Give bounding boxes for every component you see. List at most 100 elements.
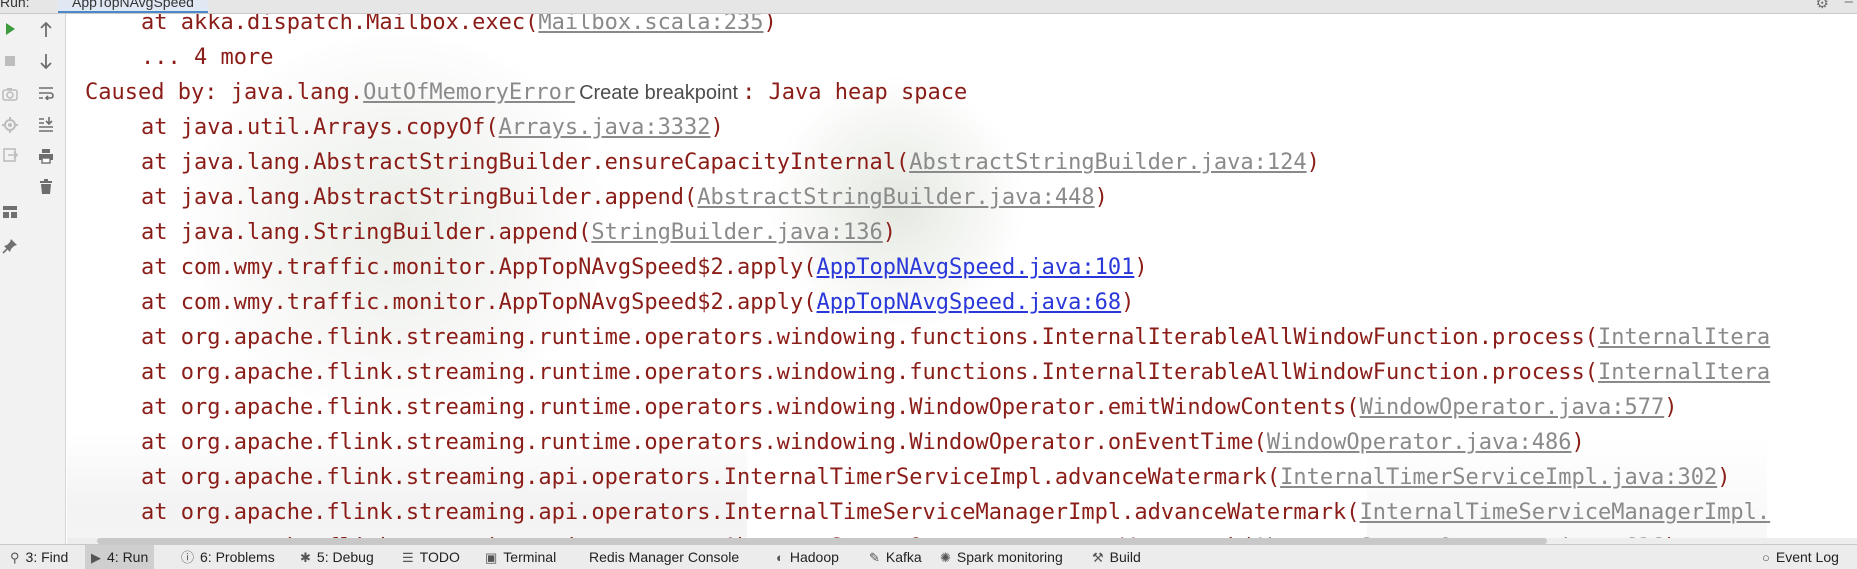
source-link[interactable]: AbstractStringBuilder.java:124	[909, 150, 1306, 175]
stack-frame-text: at java.lang.AbstractStringBuilder.appen…	[141, 185, 698, 210]
console-line: at org.apache.flink.streaming.runtime.op…	[85, 355, 1770, 390]
stack-frame-text: at java.lang.StringBuilder.append(	[141, 220, 592, 245]
stack-frame-text: at org.apache.flink.streaming.runtime.op…	[141, 430, 1267, 455]
tab-build[interactable]: ⚒ Build	[1086, 545, 1147, 569]
tab-label: TODO	[419, 549, 460, 565]
layout-icon[interactable]	[0, 202, 20, 222]
console-line: at akka.dispatch.Mailbox.exec(Mailbox.sc…	[85, 14, 777, 40]
stack-frame-text: at org.apache.flink.streaming.runtime.op…	[141, 395, 1360, 420]
tab-label: Redis Manager Console	[589, 549, 740, 565]
console-output[interactable]: at akka.dispatch.Mailbox.exec(Mailbox.sc…	[67, 14, 1857, 544]
run-toolwindow-header: Run: AppTopNAvgSpeed ⚙ –	[0, 0, 1857, 14]
tab-label: Kafka	[885, 549, 922, 565]
tab-redis-manager-console[interactable]: Redis Manager Console	[583, 545, 745, 569]
print-icon[interactable]	[36, 146, 56, 166]
kafka-icon: ✎	[869, 550, 880, 565]
console-line: at java.util.Arrays.copyOf(Arrays.java:3…	[85, 110, 724, 145]
source-link[interactable]: StringBuilder.java:136	[591, 220, 882, 245]
stack-frame-text: )	[1306, 150, 1320, 175]
tab-label: 3: Find	[25, 549, 69, 565]
terminal-icon: ▣	[485, 550, 498, 565]
source-link[interactable]: InternalItera	[1598, 325, 1770, 350]
console-line: at java.lang.AbstractStringBuilder.appen…	[85, 180, 1108, 215]
hadoop-icon: ◐	[776, 550, 784, 565]
pin-icon[interactable]	[0, 236, 20, 256]
tab-3-find[interactable]: ⚲ 3: Find	[4, 545, 74, 569]
search-icon: ⚲	[10, 550, 20, 565]
gear-icon[interactable]: ⚙	[1816, 0, 1829, 12]
console-line: at org.apache.flink.streaming.runtime.op…	[85, 390, 1677, 425]
source-link[interactable]: AbstractStringBuilder.java:448	[697, 185, 1094, 210]
source-link[interactable]: AppTopNAvgSpeed.java:101	[817, 255, 1135, 280]
scroll-to-end-icon[interactable]	[36, 114, 56, 134]
console-line: at org.apache.flink.streaming.runtime.op…	[85, 320, 1770, 355]
console-line: at org.apache.flink.streaming.runtime.op…	[85, 425, 1585, 460]
tab-kafka[interactable]: ✎ Kafka	[863, 545, 928, 569]
problems-icon: ⓘ	[181, 550, 195, 565]
console-line: Caused by: java.lang.OutOfMemoryError Cre…	[85, 75, 967, 110]
tab-label: 5: Debug	[316, 549, 374, 565]
down-arrow-icon[interactable]	[36, 51, 56, 71]
camera-icon[interactable]	[0, 84, 20, 104]
source-link[interactable]: OutOfMemoryError	[363, 80, 575, 105]
console-line: ... 4 more	[85, 40, 273, 75]
tab-spark-monitoring[interactable]: ✺ Spark monitoring	[934, 545, 1069, 569]
source-link[interactable]: WindowOperator.java:486	[1267, 430, 1572, 455]
source-link[interactable]: WindowOperator.java:577	[1360, 395, 1665, 420]
soft-wrap-icon[interactable]	[36, 83, 56, 103]
hide-icon[interactable]: –	[1845, 0, 1853, 10]
tab-label: Hadoop	[789, 549, 839, 565]
create-breakpoint-link[interactable]: Create breakpoint	[575, 82, 742, 104]
tab-5-debug[interactable]: ✱ 5: Debug	[294, 545, 380, 569]
console-line: at java.lang.StringBuilder.append(String…	[85, 215, 896, 250]
stack-frame-text: at akka.dispatch.Mailbox.exec(	[141, 14, 539, 35]
debug-icon: ✱	[300, 550, 311, 565]
tab-label: Build	[1109, 549, 1141, 565]
stack-frame-text: at org.apache.flink.streaming.api.operat…	[141, 500, 1360, 525]
source-link[interactable]: Arrays.java:3332	[499, 115, 711, 140]
stack-frame-text: )	[1134, 255, 1148, 280]
source-link[interactable]: InternalTimeServiceManagerImpl.	[1360, 500, 1771, 525]
tab-label: Event Log	[1775, 549, 1839, 565]
run-tab-label: AppTopNAvgSpeed	[72, 0, 194, 10]
source-link[interactable]: InternalItera	[1598, 360, 1770, 385]
tab-event-log[interactable]: ○ Event Log	[1756, 545, 1845, 569]
run-configuration-tab[interactable]: AppTopNAvgSpeed	[58, 0, 208, 13]
stack-frame-text: at org.apache.flink.streaming.runtime.op…	[141, 360, 1598, 385]
tab-todo[interactable]: ☰ TODO	[396, 545, 466, 569]
stack-frame-text: at org.apache.flink.streaming.api.operat…	[141, 465, 1281, 490]
stack-frame-text: )	[1664, 395, 1678, 420]
stack-frame-text: : Java heap space	[742, 80, 968, 105]
trash-icon[interactable]	[36, 177, 56, 197]
stack-frame-text: at org.apache.flink.streaming.runtime.op…	[141, 325, 1598, 350]
stack-frame-text: )	[1571, 430, 1585, 455]
stop-icon[interactable]	[0, 51, 20, 71]
source-link[interactable]: InternalTimerServiceImpl.java:302	[1280, 465, 1717, 490]
tab-4-run[interactable]: ▶ 4: Run	[85, 545, 155, 569]
settings-icon[interactable]	[0, 115, 20, 135]
tab-label: 6: Problems	[200, 549, 275, 565]
spark-icon: ✺	[940, 550, 951, 565]
exit-icon[interactable]	[0, 145, 20, 165]
run-toolbar	[0, 14, 66, 544]
source-link[interactable]: Mailbox.scala:235	[538, 14, 763, 35]
console-line: at com.wmy.traffic.monitor.AppTopNAvgSpe…	[85, 285, 1134, 320]
rerun-icon[interactable]	[0, 19, 20, 39]
console-line: at java.lang.AbstractStringBuilder.ensur…	[85, 145, 1320, 180]
tab-label: Spark monitoring	[956, 549, 1063, 565]
stack-frame-text: Caused by: java.lang.	[85, 80, 364, 105]
tab-label: 4: Run	[107, 549, 149, 565]
stack-frame-text: ... 4 more	[141, 45, 274, 70]
tab-hadoop[interactable]: ◐ Hadoop	[770, 545, 845, 569]
tab-terminal[interactable]: ▣ Terminal	[479, 545, 562, 569]
todo-icon: ☰	[402, 550, 414, 565]
stack-frame-text: )	[763, 14, 777, 35]
stack-frame-text: )	[1094, 185, 1108, 210]
run-label: Run:	[0, 0, 30, 10]
tab-6-problems[interactable]: ⓘ 6: Problems	[175, 545, 281, 569]
build-icon: ⚒	[1092, 550, 1104, 565]
source-link[interactable]: AppTopNAvgSpeed.java:68	[817, 290, 1122, 315]
up-arrow-icon[interactable]	[36, 20, 56, 40]
tool-window-bar: ⚲ 3: Find ▶ 4: Run ⓘ 6: Problems ✱ 5: Debug ☰ TOD…	[0, 544, 1857, 569]
stack-frame-text: )	[1121, 290, 1135, 315]
